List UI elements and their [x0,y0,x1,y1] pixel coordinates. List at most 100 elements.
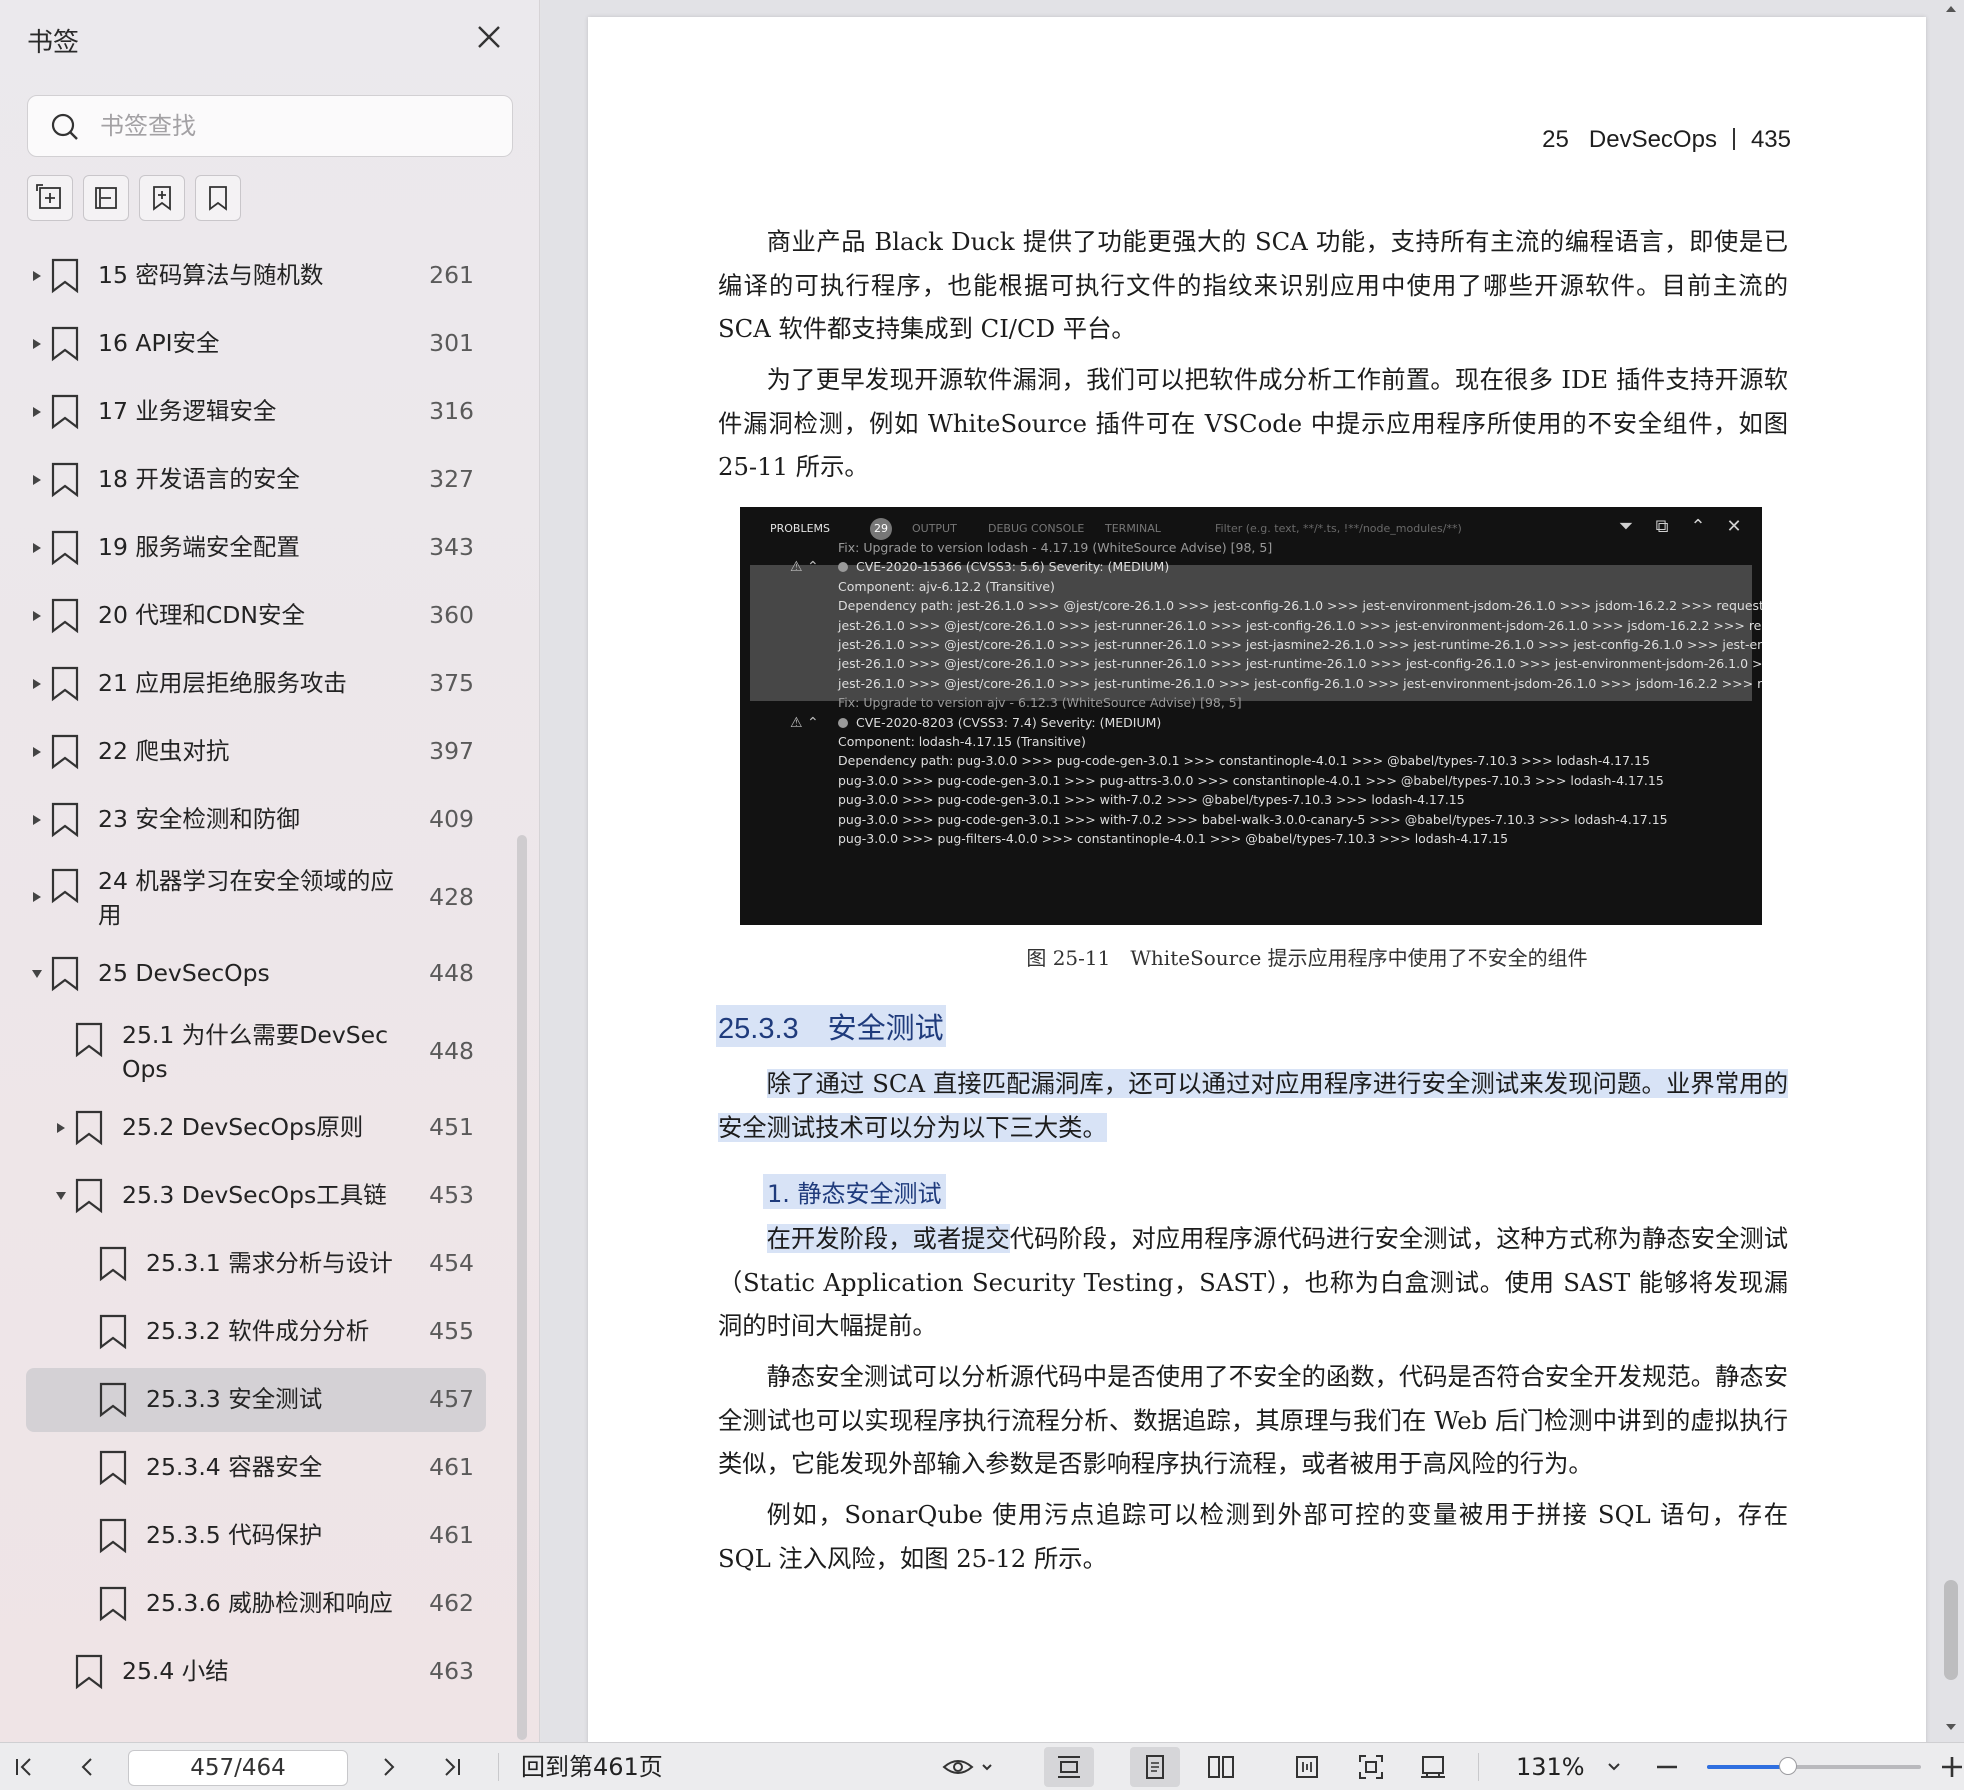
chevron-down-icon[interactable] [1600,1747,1628,1787]
zoom-slider[interactable] [1707,1757,1921,1775]
bookmark-item[interactable]: 20 代理和CDN安全 360 [26,584,486,648]
bookmark-item[interactable]: 15 密码算法与随机数 261 [26,244,486,308]
bookmark-item[interactable]: 18 开发语言的安全 327 [26,448,486,512]
bookmark-label: 18 开发语言的安全 [98,465,300,493]
search-input[interactable] [100,106,490,146]
figure-line-text: Component: lodash-4.17.15 (Transitive) [838,734,1086,749]
figure-caption: 图 25-11 WhiteSource 提示应用程序中使用了不安全的组件 [1026,946,1588,970]
severity-dot-icon [838,562,848,573]
bookmark-icon [50,530,80,566]
bookmark-page-number: 454 [429,1249,474,1277]
figure-tab: PROBLEMS [770,522,831,535]
collapsed-arrow-icon[interactable] [30,516,44,580]
zoom-in-icon[interactable] [1940,1747,1964,1787]
fit-page-icon[interactable] [1346,1747,1396,1787]
bookmark-label: 23 安全检测和防御 [98,805,300,833]
expanded-arrow-icon[interactable] [30,942,44,1006]
bookmark-item[interactable]: 25.3.4 容器安全 461 [26,1436,486,1500]
running-head-page: 435 [1750,126,1791,153]
bookmark-item[interactable]: 25.3 DevSecOps工具链 453 [26,1164,486,1228]
search-icon [51,113,78,140]
bookmark-label: 25.3.1 需求分析与设计 [146,1249,393,1277]
zoom-slider-fill [1707,1765,1789,1769]
collapsed-arrow-icon[interactable] [30,244,44,308]
figure-line: jest-26.1.0 >>> @jest/core-26.1.0 >>> je… [838,637,1762,653]
toolbar-divider [1478,1753,1479,1781]
bookmark-item[interactable]: 23 安全检测和防御 409 [26,788,486,852]
previous-page-icon[interactable] [72,1747,104,1787]
bookmark-page-number: 327 [429,465,474,493]
collapsed-arrow-icon[interactable] [30,448,44,512]
paragraph: 商业产品 Black Duck 提供了功能更强大的 SCA 功能，支持所有主流的… [718,227,1788,343]
figure-line-text: Dependency path: jest-26.1.0 >>> @jest/c… [838,598,1762,614]
bookmark-label: 25.3.3 安全测试 [146,1385,323,1413]
bookmark-item[interactable]: 25.4 小结 463 [26,1640,486,1704]
close-icon[interactable] [472,20,506,54]
bookmark-icon [98,1246,128,1282]
filter-icon: ⏷ [1618,516,1634,537]
first-page-icon[interactable] [8,1747,40,1787]
sidebar-scrollbar[interactable] [517,835,527,1740]
actual-size-icon[interactable] [1408,1747,1458,1787]
next-page-icon[interactable] [372,1747,404,1787]
collapsed-arrow-icon[interactable] [30,788,44,852]
bookmark-item[interactable]: 21 应用层拒绝服务攻击 375 [26,652,486,716]
bookmark-icon [98,1450,128,1486]
chevron-up-icon: ⌃ [1690,516,1706,537]
bookmark-item[interactable]: 19 服务端安全配置 343 [26,516,486,580]
fit-width-icon[interactable] [1282,1747,1332,1787]
collapsed-arrow-icon[interactable] [54,1096,68,1160]
bookmark-item[interactable]: 25.1 为什么需要DevSecOps 448 [26,1010,486,1092]
page-number-input[interactable]: 457/464 [128,1750,348,1786]
single-page-icon[interactable] [1130,1747,1180,1787]
figure-line-text: jest-26.1.0 >>> @jest/core-26.1.0 >>> je… [838,617,1762,633]
bookmark-icon[interactable] [195,175,241,221]
figure-line: pug-3.0.0 >>> pug-filters-4.0.0 >>> cons… [838,831,1508,847]
bookmark-item[interactable]: 25.3.6 威胁检测和响应 462 [26,1572,486,1636]
collapsed-arrow-icon[interactable] [30,652,44,716]
back-to-page-button[interactable]: 回到第461页 [521,1751,663,1783]
bookmark-item[interactable]: 24 机器学习在安全领域的应用 428 [26,856,486,938]
bookmark-item[interactable]: 25.3.3 安全测试 457 [26,1368,486,1432]
problems-count-badge: 29 [870,518,892,540]
continuous-scroll-icon[interactable] [1044,1747,1094,1787]
figure-issue-heading: CVE-2020-8203 (CVSS3: 7.4) Severity: (ME… [838,715,1161,731]
document-scrollbar[interactable] [1936,0,1964,1742]
expand-all-icon[interactable] [27,175,73,221]
scroll-thumb[interactable] [1944,1580,1958,1680]
bookmark-item[interactable]: 25.3.5 代码保护 461 [26,1504,486,1568]
bookmark-page-number: 360 [429,601,474,629]
warning-icon: ⚠ ⌃ [790,559,819,576]
bookmark-item[interactable]: 25.2 DevSecOps原则 451 [26,1096,486,1160]
collapsed-arrow-icon[interactable] [30,312,44,376]
bookmark-item[interactable]: 16 API安全 301 [26,312,486,376]
add-bookmark-icon[interactable] [139,175,185,221]
severity-dot-icon [838,717,848,728]
collapsed-arrow-icon[interactable] [30,720,44,784]
expanded-arrow-icon[interactable] [54,1164,68,1228]
bookmark-item[interactable]: 17 业务逻辑安全 316 [26,380,486,444]
bookmark-page-number: 343 [429,533,474,561]
bookmark-label: 17 业务逻辑安全 [98,397,277,425]
collapse-all-icon[interactable] [83,175,129,221]
figure-line-text: pug-3.0.0 >>> pug-filters-4.0.0 >>> cons… [838,831,1509,846]
last-page-icon[interactable] [436,1747,468,1787]
figure-tab: TERMINAL [1105,522,1161,535]
zoom-out-icon[interactable] [1652,1747,1682,1787]
zoom-level[interactable]: 131% [1516,1751,1585,1783]
bookmark-item[interactable]: 25 DevSecOps 448 [26,942,486,1006]
zoom-slider-handle[interactable] [1779,1757,1798,1775]
bookmark-item[interactable]: 25.3.1 需求分析与设计 454 [26,1232,486,1296]
bookmark-item[interactable]: 25.3.2 软件成分分析 455 [26,1300,486,1364]
bookmark-label: 25 DevSecOps [98,959,270,987]
two-page-icon[interactable] [1196,1747,1246,1787]
collapsed-arrow-icon[interactable] [30,856,44,938]
bookmark-search[interactable] [27,95,513,157]
view-mode-eye-icon[interactable] [938,1747,1002,1787]
figure-line-text: pug-3.0.0 >>> pug-code-gen-3.0.1 >>> pug… [838,772,1664,788]
collapsed-arrow-icon[interactable] [30,584,44,648]
figure-line: pug-3.0.0 >>> pug-code-gen-3.0.1 >>> wit… [838,812,1668,828]
bookmark-item[interactable]: 22 爬虫对抗 397 [26,720,486,784]
bookmark-icon [50,802,80,838]
collapsed-arrow-icon[interactable] [30,380,44,444]
